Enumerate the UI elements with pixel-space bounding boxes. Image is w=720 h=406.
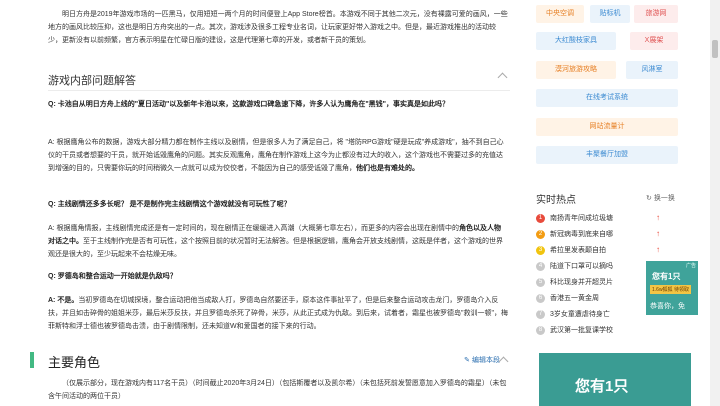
tag-link[interactable]: 漠河旅游攻略 — [536, 61, 616, 79]
ad-banner-large[interactable]: 您有1只 — [539, 353, 691, 406]
ad-banner-small[interactable]: 广告 您有1只 1.6w狐狐 待领取 恭喜你，免 — [646, 261, 698, 315]
hot-item-text: 科比现身并开超灵片 — [550, 279, 613, 286]
pencil-icon: ✎ — [464, 357, 471, 364]
faq-question-2-text: Q: 主线剧情还多多长呢？ 是不是制作完主线剧情这个游戏就没有可玩性了呢？ — [48, 201, 291, 208]
chevron-up-icon[interactable] — [497, 72, 508, 83]
tag-link[interactable]: 中央空调 — [536, 5, 584, 23]
rank-badge: 2 — [536, 229, 545, 239]
hot-item-text: 3岁女童遭虐待身亡 — [550, 311, 610, 318]
rank-badge: 3 — [536, 245, 545, 255]
hot-item[interactable]: 3 希拉里发表颠自拍 — [536, 244, 654, 258]
hot-item[interactable]: 4 陆道下口罩可以摘吗 — [536, 260, 642, 274]
refresh-icon: ↻ — [646, 195, 652, 202]
section-heading-marker — [30, 352, 34, 368]
faq-question-1-text: Q: 卡池自从明日方舟上线的"夏日活动"以及新年卡池以来，这款游戏口碑急速下降，… — [48, 101, 449, 108]
scrollbar-thumb[interactable] — [712, 40, 718, 58]
tag-link[interactable]: 大红酸枝家具 — [536, 32, 616, 50]
ad-small-line3: 恭喜你，免 — [650, 303, 685, 310]
chevron-up-icon[interactable] — [498, 356, 509, 367]
rank-badge: 6 — [536, 293, 545, 303]
scrollbar-track[interactable] — [710, 0, 720, 406]
tag-link[interactable]: 旅游网 — [634, 5, 678, 23]
faq-answer-3: A: 不是。当初罗德岛在切城探境，整合运动把他当成敌人打，罗德岛自然要还手，原本… — [48, 294, 508, 333]
rank-badge: 5 — [536, 277, 545, 287]
tag-link[interactable]: 贴标机 — [590, 5, 630, 23]
ad-label: 广告 — [685, 263, 696, 269]
tag-link[interactable]: 网站流量计 — [536, 118, 678, 136]
hot-item-text: 香港五一黄金周 — [550, 295, 599, 302]
edit-section-button[interactable]: ✎ 编辑本段 — [464, 355, 500, 365]
hot-item[interactable]: 2 新冠病毒到底来自哪 — [536, 228, 654, 242]
main-section-text: （仅展示部分，现在游戏内有117名干员）（时间截止2020年3月24日）（包括斯… — [48, 380, 507, 400]
rank-badge: 8 — [536, 325, 545, 335]
rank-badge: 4 — [536, 261, 545, 271]
tag-link[interactable]: 风淋室 — [626, 61, 678, 79]
rank-badge: 7 — [536, 309, 545, 319]
hot-item[interactable]: 5 科比现身并开超灵片 — [536, 276, 642, 290]
faq-section-header[interactable]: 游戏内部问题解答 — [48, 68, 510, 91]
tag-link[interactable]: 在线考试系统 — [536, 89, 678, 107]
ad-small-line1: 您有1只 — [652, 272, 681, 281]
tag-link[interactable]: X展架 — [630, 32, 678, 50]
faq-answer-1-text: A: 根据鹰角公布的数据，游戏大部分精力都在制作主线以及剧情，但是很多人为了满足… — [48, 139, 504, 172]
faq-section-title: 游戏内部问题解答 — [48, 75, 136, 87]
hot-item-text: 陆道下口罩可以摘吗 — [550, 263, 613, 270]
sidebar: 中央空调 贴标机 旅游网 大红酸枝家具 X展架 漠河旅游攻略 风淋室 在线考试系… — [526, 0, 708, 406]
faq-answer-1: A: 根据鹰角公布的数据，游戏大部分精力都在制作主线以及剧情，但是很多人为了满足… — [48, 136, 508, 175]
article-main: 明日方舟是2019年游戏市场的一匹黑马，仅用短短一两个月的时间便登上App St… — [0, 0, 520, 406]
hot-item-text: 新冠病毒到底来自哪 — [550, 231, 613, 238]
main-section-title: 主要角色 — [48, 355, 101, 370]
hot-item-text: 武汉第一批复课学校 — [550, 327, 613, 334]
refresh-button[interactable]: ↻ 换一换 — [646, 193, 675, 203]
hot-item-text: 希拉里发表颠自拍 — [550, 247, 606, 254]
ad-small-line2: 1.6w狐狐 待领取 — [650, 285, 691, 294]
intro-paragraph: 明日方舟是2019年游戏市场的一匹黑马，仅用短短一两个月的时间便登上App St… — [48, 11, 508, 44]
ad-large-text: 您有1只 — [575, 378, 629, 395]
rank-badge: 1 — [536, 213, 545, 223]
trend-up-icon: ↑ — [656, 245, 660, 254]
refresh-label: 换一换 — [653, 195, 675, 202]
trend-up-icon: ↑ — [656, 213, 660, 222]
faq-answer-3-text: 当初罗德岛在切城探境，整合运动把他当成敌人打，罗德岛自然要还手，原本这件事扯平了… — [48, 297, 508, 330]
faq-answer-1-bold: 他们也是有难处的。 — [356, 165, 419, 172]
trend-up-icon: ↑ — [656, 229, 660, 238]
hot-item-text: 南扬青年间成垃圾塘 — [550, 215, 613, 222]
faq-question-3: Q: 罗德岛和整合运动一开始就是仇敌吗？ — [48, 270, 508, 283]
hot-item[interactable]: 1 南扬青年间成垃圾塘 — [536, 212, 654, 226]
faq-question-3-text: Q: 罗德岛和整合运动一开始就是仇敌吗？ — [48, 273, 177, 280]
tag-link[interactable]: 丰聚餐厅加盟 — [536, 146, 678, 164]
hot-item[interactable]: 8 武汉第一批复课学校 — [536, 324, 654, 338]
hot-item[interactable]: 7 3岁女童遭虐待身亡 — [536, 308, 654, 322]
faq-question-1: Q: 卡池自从明日方舟上线的"夏日活动"以及新年卡池以来，这款游戏口碑急速下降，… — [48, 98, 508, 111]
hot-item[interactable]: 6 香港五一黄金周 — [536, 292, 642, 306]
edit-section-label: 编辑本段 — [472, 357, 500, 364]
faq-answer-2-text-cont: 至于主线制作完是否有可玩性，这个按照目前的状况暂时无法解答。但是根据逻辑，鹰角会… — [48, 238, 503, 258]
faq-question-2: Q: 主线剧情还多多长呢？ 是不是制作完主线剧情这个游戏就没有可玩性了呢？ — [48, 198, 508, 211]
faq-answer-2: A: 根据鹰角情报，主线剧情完成还是有一定时间的，现在剧情正在缓缓进入高潮（大概… — [48, 222, 508, 261]
faq-answer-2-text: A: 根据鹰角情报，主线剧情完成还是有一定时间的，现在剧情正在缓缓进入高潮（大概… — [48, 225, 460, 232]
faq-answer-3-bold: A: 不是。 — [48, 297, 79, 304]
hot-topics-title: 实时热点 — [536, 195, 576, 206]
